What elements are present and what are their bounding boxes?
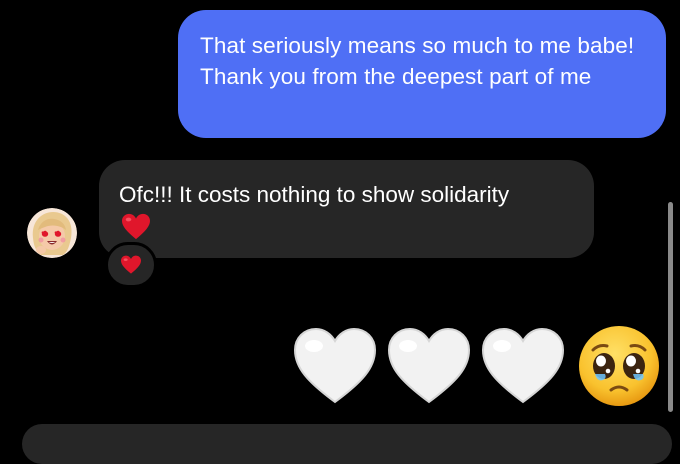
sender-avatar[interactable] <box>27 208 77 258</box>
white-heart-icon <box>293 327 377 404</box>
red-heart-icon <box>122 213 150 240</box>
outgoing-message-bubble[interactable]: That seriously means so much to me babe!… <box>178 10 666 138</box>
reaction-heart-icon <box>121 255 141 274</box>
pleading-face-icon <box>579 326 659 406</box>
outgoing-message-text: That seriously means so much to me babe!… <box>200 33 635 89</box>
message-composer[interactable] <box>22 424 672 464</box>
incoming-message-bubble[interactable]: Ofc!!! It costs nothing to show solidari… <box>99 160 594 258</box>
white-heart-icon <box>481 327 565 404</box>
emoji-message[interactable] <box>292 322 664 412</box>
chat-scrollbar[interactable] <box>668 202 673 412</box>
incoming-message-text: Ofc!!! It costs nothing to show solidari… <box>119 182 510 207</box>
white-heart-icon <box>387 327 471 404</box>
message-reaction[interactable] <box>105 242 157 288</box>
